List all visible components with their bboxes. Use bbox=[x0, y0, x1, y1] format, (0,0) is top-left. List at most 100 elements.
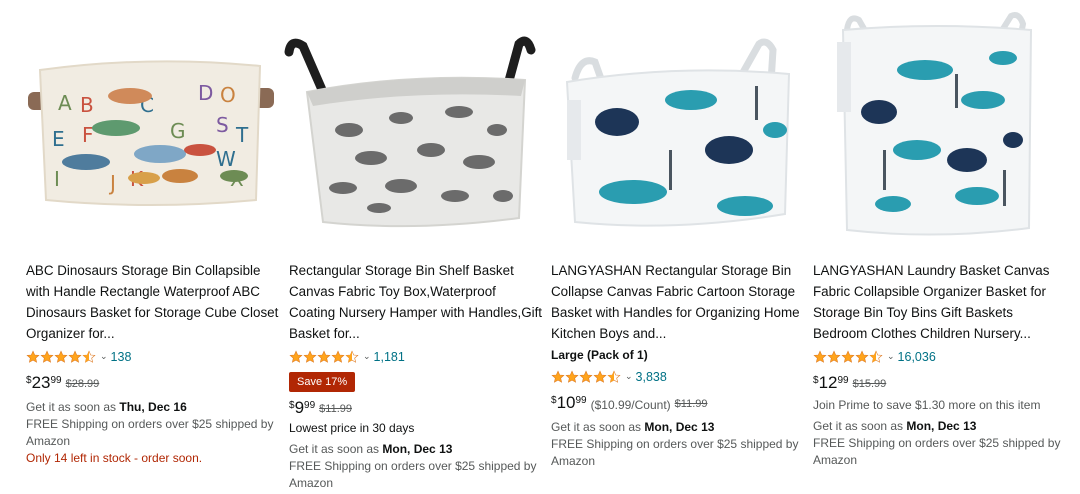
gray-dinosaur-basket-image bbox=[283, 0, 545, 250]
star-icon bbox=[26, 350, 40, 364]
price[interactable]: $ 9 99 bbox=[289, 398, 315, 417]
delivery-prefix: Get it as soon as bbox=[813, 419, 907, 433]
product-image[interactable] bbox=[545, 0, 807, 250]
product-title-link[interactable]: Rectangular Storage Bin Shelf Basket Can… bbox=[289, 260, 545, 344]
shipping-info: FREE Shipping on orders over $25 shipped… bbox=[813, 436, 1061, 467]
star-icon bbox=[331, 350, 345, 364]
star-icon bbox=[841, 350, 855, 364]
stock-warning: Only 14 left in stock - order soon. bbox=[26, 451, 203, 465]
star-icon bbox=[855, 350, 869, 364]
list-price: $28.99 bbox=[65, 378, 100, 390]
review-count-link[interactable]: 3,838 bbox=[636, 370, 667, 384]
star-icon bbox=[68, 350, 82, 364]
review-count-link[interactable]: 16,036 bbox=[898, 350, 936, 364]
star-icon bbox=[551, 370, 565, 384]
chevron-down-icon[interactable]: ⌄ bbox=[363, 351, 371, 362]
star-icon bbox=[579, 370, 593, 384]
shipping-info: FREE Shipping on orders over $25 shipped… bbox=[289, 459, 537, 490]
variant-label: Large (Pack of 1) bbox=[551, 348, 648, 362]
rating-row: ⌄ 16,036 bbox=[813, 346, 1069, 367]
price-fraction: 99 bbox=[837, 375, 849, 386]
price-fraction: 99 bbox=[304, 400, 316, 411]
list-price: $11.99 bbox=[319, 403, 352, 415]
price-whole: 23 bbox=[31, 373, 51, 392]
star-icon bbox=[317, 350, 331, 364]
svg-text:I: I bbox=[54, 167, 60, 191]
chevron-down-icon[interactable]: ⌄ bbox=[887, 351, 895, 362]
svg-text:G: G bbox=[170, 119, 186, 143]
delivery-info: Get it as soon as Mon, Dec 13 bbox=[551, 419, 807, 436]
teal-dinosaur-rectangle-basket-image bbox=[545, 0, 807, 250]
price-row: $ 10 99 ($10.99/Count) $11.99 bbox=[551, 393, 807, 413]
star-icon bbox=[40, 350, 54, 364]
delivery-date: Thu, Dec 16 bbox=[119, 400, 187, 414]
list-price: $11.99 bbox=[674, 398, 708, 410]
chevron-down-icon[interactable]: ⌄ bbox=[100, 351, 108, 362]
price-row: $ 23 99 $28.99 bbox=[26, 373, 282, 393]
price-whole: 9 bbox=[294, 398, 305, 417]
price[interactable]: $ 12 99 bbox=[813, 373, 849, 392]
price-whole: 10 bbox=[556, 393, 576, 412]
price[interactable]: $ 23 99 bbox=[26, 373, 62, 392]
product-image[interactable] bbox=[283, 0, 545, 250]
svg-text:E: E bbox=[52, 127, 65, 151]
product-title-link[interactable]: LANGYASHAN Rectangular Storage Bin Colla… bbox=[551, 260, 807, 344]
svg-text:T: T bbox=[235, 123, 249, 147]
star-icon bbox=[827, 350, 841, 364]
product-card: A B C D O E F G S T I J K W X bbox=[20, 0, 282, 494]
price[interactable]: $ 10 99 bbox=[551, 393, 587, 412]
star-half-icon bbox=[82, 350, 96, 364]
shipping-info: FREE Shipping on orders over $25 shipped… bbox=[551, 437, 799, 468]
unit-price: ($10.99/Count) bbox=[590, 398, 671, 412]
star-icon bbox=[593, 370, 607, 384]
star-rating[interactable] bbox=[26, 350, 96, 364]
product-card: LANGYASHAN Rectangular Storage Bin Colla… bbox=[545, 0, 807, 494]
delivery-prefix: Get it as soon as bbox=[26, 400, 120, 414]
star-half-icon bbox=[607, 370, 621, 384]
product-image[interactable] bbox=[807, 0, 1069, 250]
review-count-link[interactable]: 138 bbox=[111, 350, 132, 364]
svg-text:F: F bbox=[82, 123, 94, 147]
price-row: $ 9 99 $11.99 bbox=[289, 398, 545, 418]
search-results-grid: A B C D O E F G S T I J K W X bbox=[0, 0, 1080, 494]
abc-dinosaur-basket-image: A B C D O E F G S T I J K W X bbox=[20, 0, 282, 250]
price-row: $ 12 99 $15.99 bbox=[813, 373, 1069, 393]
price-fraction: 99 bbox=[50, 375, 62, 386]
delivery-prefix: Get it as soon as bbox=[289, 442, 383, 456]
star-icon bbox=[565, 370, 579, 384]
delivery-date: Mon, Dec 13 bbox=[382, 442, 453, 456]
lowest-price-note: Lowest price in 30 days bbox=[289, 421, 415, 435]
svg-text:A: A bbox=[58, 91, 72, 115]
svg-text:S: S bbox=[216, 113, 229, 137]
star-rating[interactable] bbox=[289, 350, 359, 364]
delivery-date: Mon, Dec 13 bbox=[644, 420, 715, 434]
rating-row: ⌄ 138 bbox=[26, 346, 282, 367]
star-rating[interactable] bbox=[551, 370, 621, 384]
prime-savings-note: Join Prime to save $1.30 more on this it… bbox=[813, 398, 1041, 412]
rating-row: ⌄ 1,181 bbox=[289, 346, 545, 367]
svg-text:J: J bbox=[108, 171, 116, 195]
rating-row: ⌄ 3,838 bbox=[551, 366, 807, 387]
price-whole: 12 bbox=[818, 373, 838, 392]
product-image[interactable]: A B C D O E F G S T I J K W X bbox=[20, 0, 282, 250]
deal-badge: Save 17% bbox=[289, 372, 356, 392]
product-title-link[interactable]: LANGYASHAN Laundry Basket Canvas Fabric … bbox=[813, 260, 1069, 344]
shipping-info: FREE Shipping on orders over $25 shipped… bbox=[26, 417, 274, 448]
product-title-link[interactable]: ABC Dinosaurs Storage Bin Collapsible wi… bbox=[26, 260, 282, 344]
delivery-info: Get it as soon as Thu, Dec 16 bbox=[26, 399, 282, 416]
star-rating[interactable] bbox=[813, 350, 883, 364]
review-count-link[interactable]: 1,181 bbox=[374, 350, 405, 364]
star-icon bbox=[54, 350, 68, 364]
star-half-icon bbox=[345, 350, 359, 364]
delivery-prefix: Get it as soon as bbox=[551, 420, 645, 434]
delivery-info: Get it as soon as Mon, Dec 13 bbox=[289, 441, 545, 458]
price-fraction: 99 bbox=[575, 395, 587, 406]
chevron-down-icon[interactable]: ⌄ bbox=[625, 371, 633, 382]
svg-text:O: O bbox=[220, 83, 236, 107]
list-price: $15.99 bbox=[852, 378, 887, 390]
star-half-icon bbox=[869, 350, 883, 364]
star-icon bbox=[813, 350, 827, 364]
product-card: Rectangular Storage Bin Shelf Basket Can… bbox=[283, 0, 545, 494]
svg-text:B: B bbox=[80, 93, 94, 117]
delivery-date: Mon, Dec 13 bbox=[906, 419, 977, 433]
